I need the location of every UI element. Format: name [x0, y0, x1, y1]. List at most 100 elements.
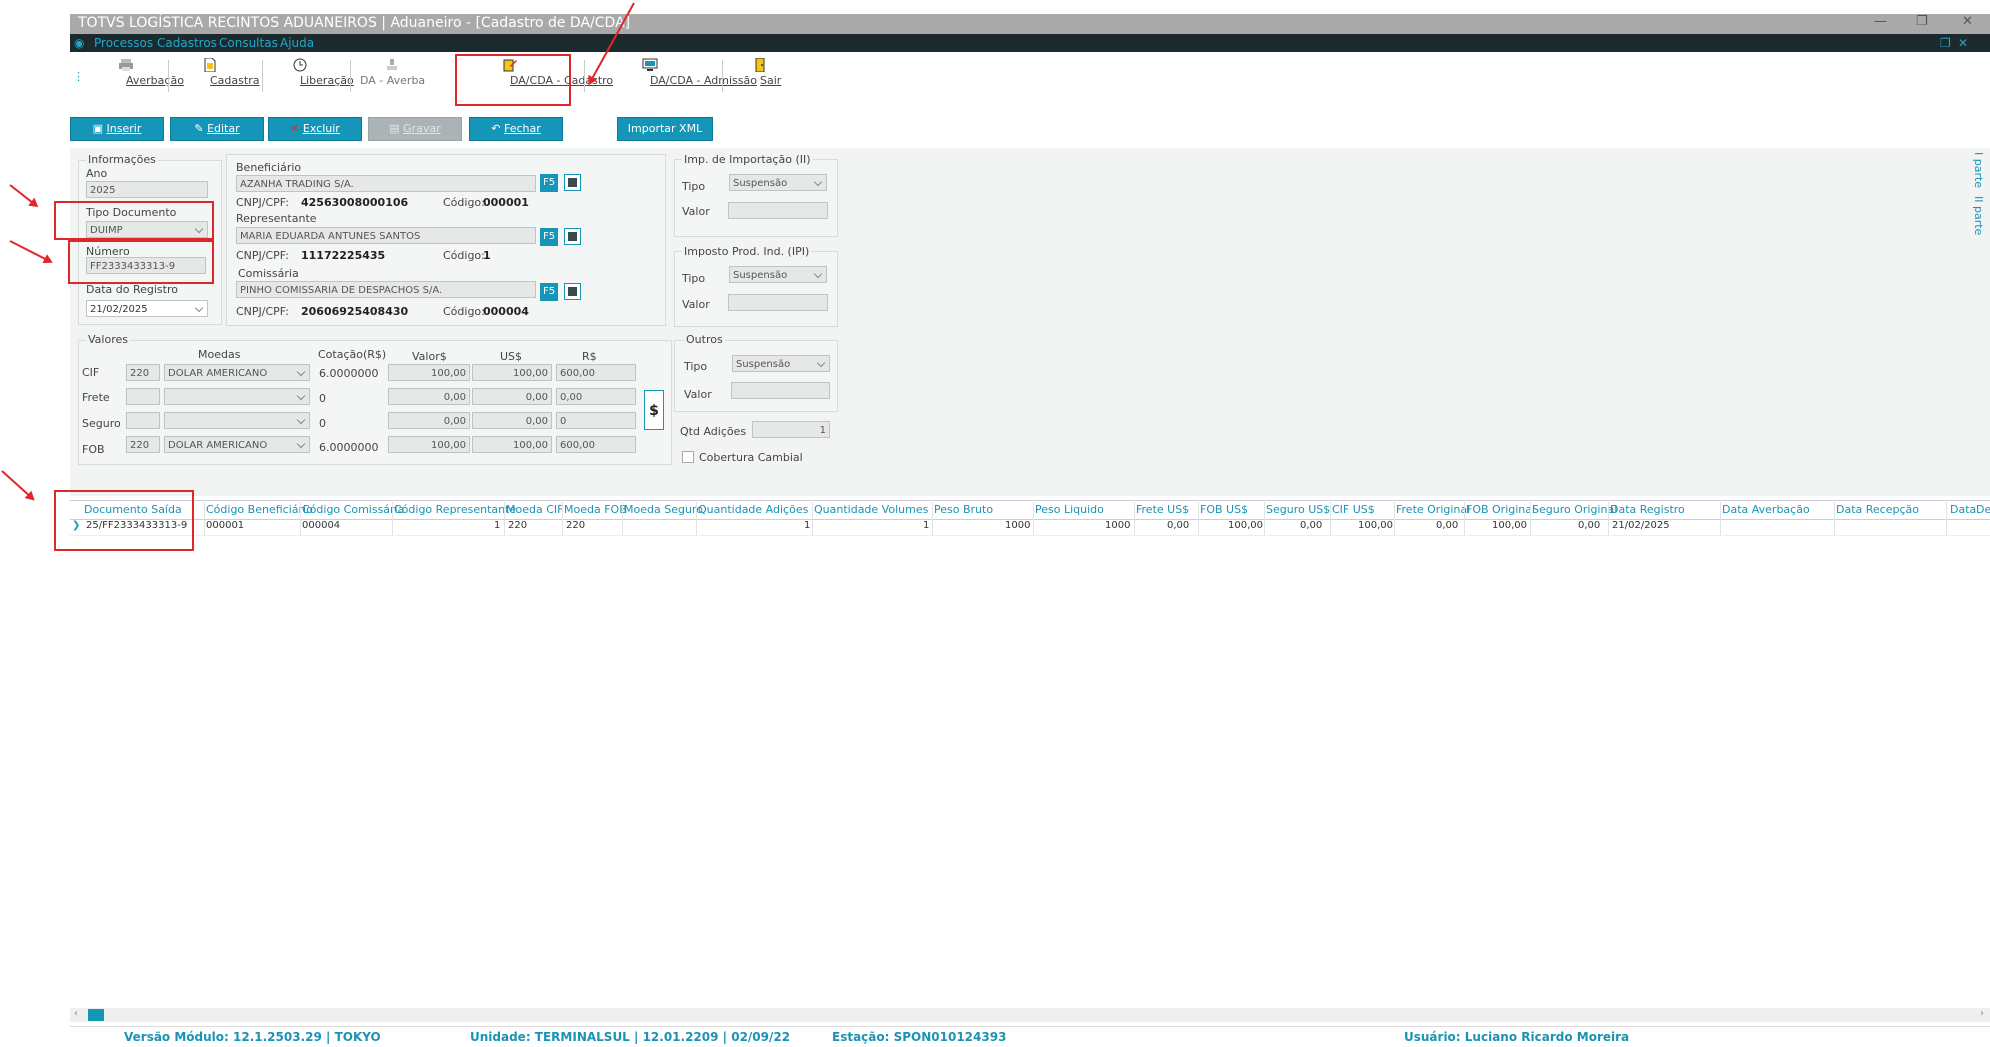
- col-quantidade-adicoes[interactable]: Quantidade Adições: [698, 503, 808, 516]
- col-peso-liquido[interactable]: Peso Liquido: [1035, 503, 1104, 516]
- table-row[interactable]: ❯ 25/FF2333433313-9 000001 000004 1 220 …: [70, 518, 1990, 536]
- col-seguro-us[interactable]: Seguro US$: [1266, 503, 1330, 516]
- col-cif-us[interactable]: CIF US$: [1332, 503, 1375, 516]
- beneficiario-lookup-icon[interactable]: [564, 174, 581, 191]
- ii-tipo-select[interactable]: Suspensão: [729, 174, 827, 191]
- restore-icon[interactable]: ❐: [1916, 14, 1928, 29]
- menu-processos[interactable]: Processos: [94, 36, 153, 50]
- close-icon[interactable]: ✕: [1962, 14, 1973, 29]
- ribbon-cadastra[interactable]: Cadastra: [182, 58, 259, 87]
- seguro-moeda-select[interactable]: [164, 412, 310, 429]
- scroll-right-icon[interactable]: ›: [1980, 1008, 1984, 1019]
- col-codigo-comissaria[interactable]: Código Comissária: [302, 503, 404, 516]
- col-frete-us[interactable]: Frete US$: [1136, 503, 1189, 516]
- fob-us[interactable]: 100,00: [472, 436, 552, 453]
- comissaria-f5-button[interactable]: F5: [540, 283, 558, 301]
- cif-us[interactable]: 100,00: [472, 364, 552, 381]
- cif-moeda-code[interactable]: 220: [126, 364, 160, 381]
- ii-group-title: Imp. de Importação (II): [682, 153, 813, 166]
- col-peso-bruto[interactable]: Peso Bruto: [934, 503, 993, 516]
- menu-bar: ◉ Processos Cadastros Consultas Ajuda ❐ …: [70, 34, 1990, 52]
- representante-field[interactable]: MARIA EDUARDA ANTUNES SANTOS: [236, 227, 536, 244]
- status-bar: Versão Módulo: 12.1.2503.29 | TOKYO Unid…: [70, 1026, 1990, 1047]
- qtd-adicoes-field[interactable]: 1: [752, 421, 830, 438]
- editar-button[interactable]: ✎ Editar: [170, 117, 264, 141]
- ben-codigo-label: Código:: [443, 196, 485, 209]
- beneficiario-field[interactable]: AZANHA TRADING S/A.: [236, 175, 536, 192]
- ribbon-da-cda-admissao[interactable]: DA/CDA - Admissão: [600, 58, 757, 87]
- outros-tipo-select[interactable]: Suspensão: [732, 355, 830, 372]
- col-moeda-seguro[interactable]: Moeda Seguro: [624, 503, 703, 516]
- cell-frete-original: 0,00: [1436, 520, 1459, 531]
- calculate-dollar-button[interactable]: $: [644, 390, 664, 430]
- cif-moeda-select[interactable]: DOLAR AMERICANO: [164, 364, 310, 381]
- col-data-registro[interactable]: Data Registro: [1610, 503, 1685, 516]
- fob-rs[interactable]: 600,00: [556, 436, 636, 453]
- scroll-left-icon[interactable]: ‹: [74, 1008, 78, 1019]
- cif-valor[interactable]: 100,00: [388, 364, 470, 381]
- comissaria-lookup-icon[interactable]: [564, 283, 581, 300]
- scroll-thumb[interactable]: [88, 1009, 104, 1021]
- data-registro-picker[interactable]: 21/02/2025: [86, 300, 208, 317]
- cobertura-cambial-checkbox[interactable]: [682, 451, 694, 463]
- col-data[interactable]: Data: [1950, 503, 1976, 516]
- fob-valor[interactable]: 100,00: [388, 436, 470, 453]
- ribbon-sair[interactable]: Sair: [740, 58, 781, 87]
- mdi-close-icon[interactable]: ✕: [1958, 36, 1968, 50]
- representante-f5-button[interactable]: F5: [540, 228, 558, 246]
- cif-rs[interactable]: 600,00: [556, 364, 636, 381]
- col-codigo-representante[interactable]: Código Representante: [394, 503, 516, 516]
- frete-moeda-code[interactable]: [126, 388, 160, 405]
- importar-xml-button[interactable]: Importar XML: [617, 117, 713, 141]
- tab-i-parte[interactable]: I parte: [1972, 152, 1985, 188]
- ano-field[interactable]: 2025: [86, 181, 208, 198]
- fob-moeda-code[interactable]: 220: [126, 436, 160, 453]
- col-fob-us[interactable]: FOB US$: [1200, 503, 1248, 516]
- outros-valor-field[interactable]: [731, 382, 830, 399]
- fechar-button[interactable]: ↶ Fechar: [469, 117, 563, 141]
- col-fob-original[interactable]: FOB Original: [1466, 503, 1535, 516]
- horizontal-scrollbar[interactable]: ‹ ›: [70, 1008, 1990, 1022]
- menu-consultas[interactable]: Consultas: [219, 36, 278, 50]
- outros-group: [674, 340, 838, 412]
- menu-ajuda[interactable]: Ajuda: [280, 36, 314, 50]
- col-de[interactable]: De: [1976, 503, 1990, 516]
- col-quantidade-volumes[interactable]: Quantidade Volumes: [814, 503, 928, 516]
- frete-moeda-select[interactable]: [164, 388, 310, 405]
- annotation-box-numero: [68, 240, 214, 284]
- minimize-icon[interactable]: —: [1874, 14, 1887, 29]
- frete-rs[interactable]: 0,00: [556, 388, 636, 405]
- ribbon-averbacao[interactable]: Averbação: [98, 58, 184, 87]
- tab-ii-parte[interactable]: II parte: [1972, 196, 1985, 235]
- gravar-button[interactable]: ▤ Gravar: [368, 117, 462, 141]
- seguro-valor[interactable]: 0,00: [388, 412, 470, 429]
- frete-valor[interactable]: 0,00: [388, 388, 470, 405]
- representante-lookup-icon[interactable]: [564, 228, 581, 245]
- seguro-rs[interactable]: 0: [556, 412, 636, 429]
- mdi-restore-icon[interactable]: ❐: [1940, 36, 1951, 50]
- comissaria-field[interactable]: PINHO COMISSARIA DE DESPACHOS S/A.: [236, 281, 536, 298]
- ii-valor-field[interactable]: [728, 202, 828, 219]
- ipi-tipo-label: Tipo: [682, 272, 706, 285]
- ipi-valor-field[interactable]: [728, 294, 828, 311]
- fob-moeda-select[interactable]: DOLAR AMERICANO: [164, 436, 310, 453]
- frete-us[interactable]: 0,00: [472, 388, 552, 405]
- col-moeda-cif[interactable]: Moeda CIF: [506, 503, 563, 516]
- ipi-valor-label: Valor: [682, 298, 710, 311]
- menu-cadastros[interactable]: Cadastros: [157, 36, 217, 50]
- col-frete-original[interactable]: Frete Original: [1396, 503, 1470, 516]
- seguro-moeda-code[interactable]: [126, 412, 160, 429]
- ipi-tipo-select[interactable]: Suspensão: [729, 266, 827, 283]
- excluir-button[interactable]: ✕ Excluir: [268, 117, 362, 141]
- col-data-recepcao[interactable]: Data Recepção: [1836, 503, 1919, 516]
- x-icon: ✕: [290, 122, 300, 135]
- seguro-us[interactable]: 0,00: [472, 412, 552, 429]
- ribbon-da-averba[interactable]: DA - Averba: [360, 58, 425, 87]
- col-data-averbacao[interactable]: Data Averbação: [1722, 503, 1810, 516]
- inserir-button[interactable]: ▣ Inserir: [70, 117, 164, 141]
- col-moeda-fob[interactable]: Moeda FOB: [564, 503, 627, 516]
- col-seguro-original[interactable]: Seguro Original: [1532, 503, 1617, 516]
- beneficiario-f5-button[interactable]: F5: [540, 174, 558, 192]
- col-codigo-beneficiario[interactable]: Código Beneficiário: [206, 503, 313, 516]
- ribbon-liberacao[interactable]: Liberação: [272, 58, 354, 87]
